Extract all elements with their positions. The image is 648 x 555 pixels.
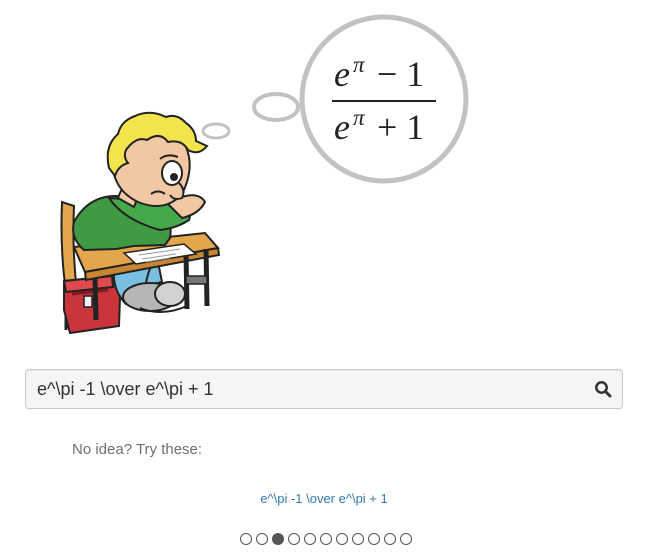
pager-dot-4[interactable] [288,533,300,545]
suggestion-link[interactable]: e^\pi -1 \over e^\pi + 1 [0,491,648,506]
example-pager [240,533,412,545]
numerator-base: e [334,54,350,94]
numerator-exponent: π [353,52,366,77]
denominator-rest: + 1 [377,107,424,147]
pager-dot-8[interactable] [352,533,364,545]
pager-dot-1[interactable] [240,533,252,545]
denominator-base: e [334,107,350,147]
formula-search-input[interactable] [26,370,586,408]
pager-dot-3[interactable] [272,533,284,545]
student-thinking-illustration: e π − 1 e π + 1 [60,14,469,335]
pager-dot-9[interactable] [368,533,380,545]
pager-dot-7[interactable] [336,533,348,545]
search-bar [25,369,623,409]
student-head [106,111,209,208]
thought-bubble: e π − 1 e π + 1 [201,14,469,184]
pager-dot-6[interactable] [320,533,332,545]
search-icon [595,381,612,398]
numerator-rest: − 1 [377,54,424,94]
suggestion-hint: No idea? Try these: [72,441,203,458]
denominator-exponent: π [353,105,366,130]
pager-dot-5[interactable] [304,533,316,545]
pager-dot-2[interactable] [256,533,268,545]
pager-dot-11[interactable] [400,533,412,545]
pager-dot-10[interactable] [384,533,396,545]
search-button[interactable] [592,378,614,400]
backpack [62,274,122,335]
